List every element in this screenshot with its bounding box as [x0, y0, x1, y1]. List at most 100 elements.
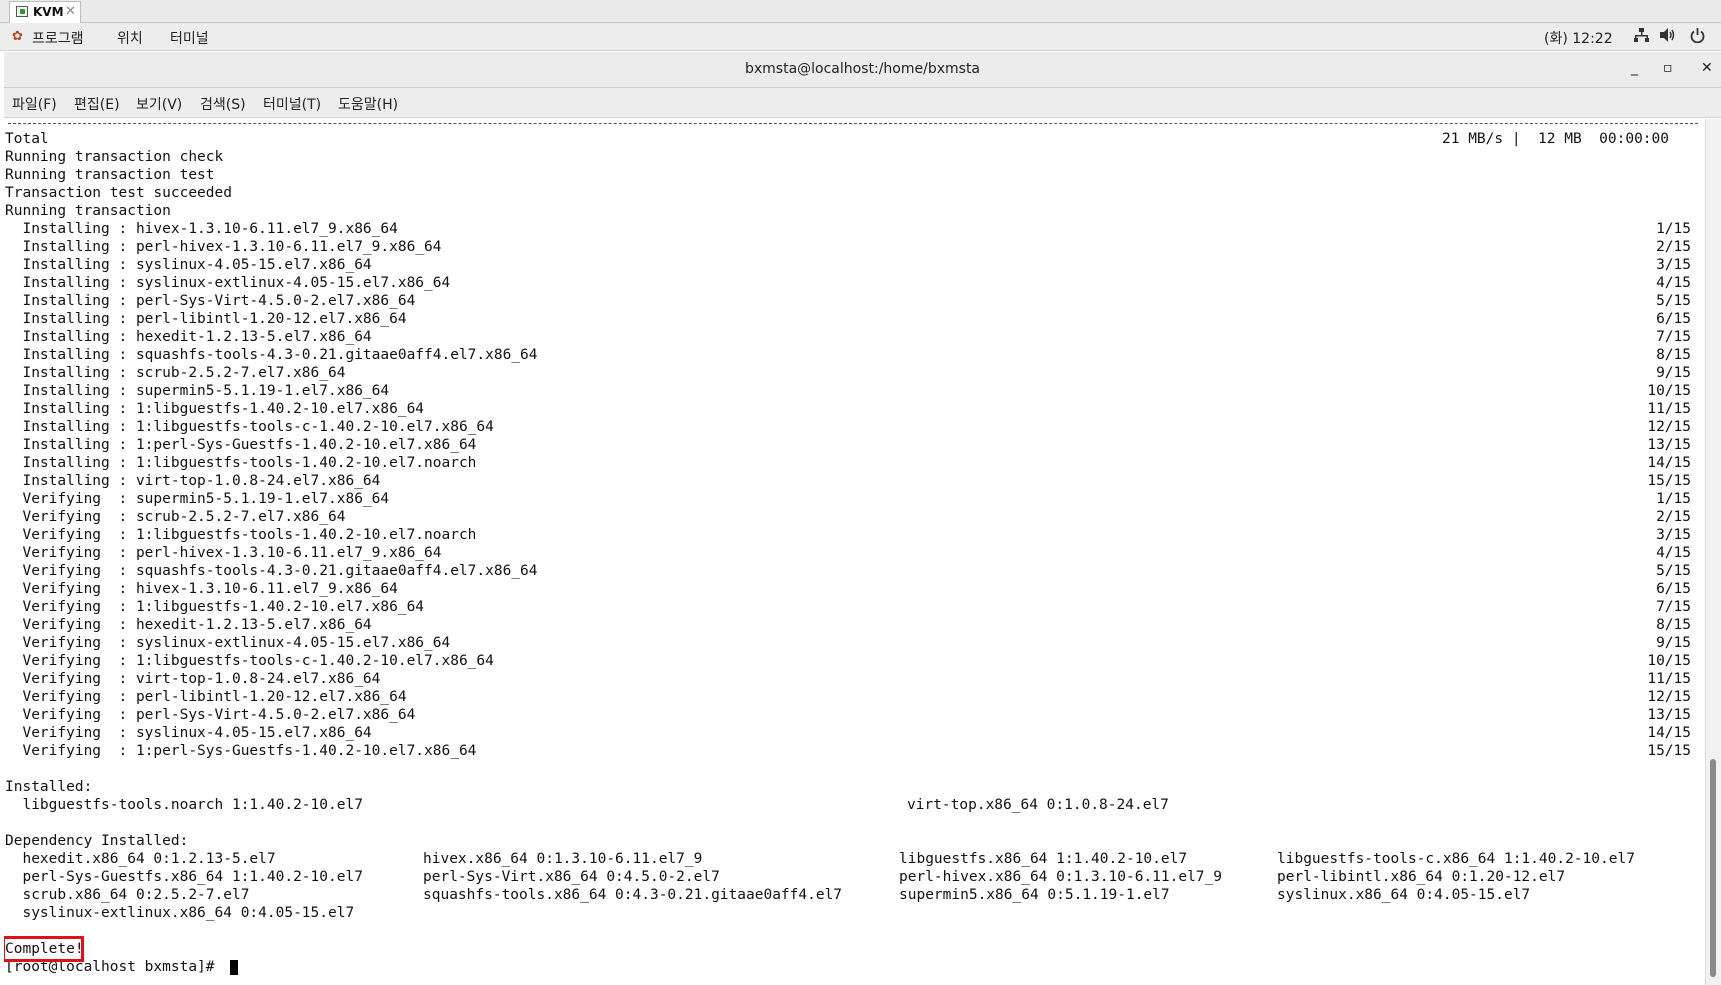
- step-count: 15/15: [1647, 473, 1691, 489]
- dependency-package: libguestfs-tools-c.x86_64 1:1.40.2-10.el…: [1277, 851, 1635, 867]
- window-title: bxmsta@localhost:/home/bxmsta: [744, 61, 981, 77]
- step-line: Verifying : 1:perl-Sys-Guestfs-1.40.2-10…: [5, 743, 477, 759]
- step-line: Installing : 1:libguestfs-tools-c-1.40.2…: [5, 419, 494, 435]
- dependency-package: scrub.x86_64 0:2.5.2-7.el7: [5, 887, 250, 903]
- complete-highlight-box: [4, 936, 84, 962]
- dependency-package: syslinux.x86_64 0:4.05-15.el7: [1277, 887, 1531, 903]
- step-count: 1/15: [1656, 221, 1691, 237]
- step-count: 13/15: [1647, 707, 1691, 723]
- dependency-package: syslinux-extlinux.x86_64 0:4.05-15.el7: [5, 905, 355, 921]
- step-line: Verifying : squashfs-tools-4.3-0.21.gita…: [5, 563, 538, 579]
- clock[interactable]: (화) 12:22: [1544, 28, 1613, 48]
- step-line: Verifying : 1:libguestfs-1.40.2-10.el7.x…: [5, 599, 425, 615]
- step-count: 4/15: [1656, 275, 1691, 291]
- step-count: 7/15: [1656, 599, 1691, 615]
- kvm-tab-strip: KVM ✕: [0, 0, 1721, 23]
- step-count: 12/15: [1647, 689, 1691, 705]
- step-count: 11/15: [1647, 401, 1691, 417]
- step-count: 3/15: [1656, 257, 1691, 273]
- step-line: Installing : syslinux-4.05-15.el7.x86_64: [5, 257, 372, 273]
- menu-view[interactable]: 보기(V): [136, 94, 182, 114]
- step-count: 8/15: [1656, 347, 1691, 363]
- step-count: 13/15: [1647, 437, 1691, 453]
- menu-terminal[interactable]: 터미널(T): [263, 94, 321, 114]
- kvm-tab[interactable]: KVM ✕: [9, 1, 81, 23]
- menu-help[interactable]: 도움말(H): [338, 94, 398, 114]
- power-icon[interactable]: [1690, 28, 1705, 47]
- scrollbar-thumb[interactable]: [1710, 759, 1716, 977]
- total-stats: 21 MB/s | 12 MB 00:00:00: [1442, 131, 1669, 147]
- step-line: Installing : perl-Sys-Virt-4.5.0-2.el7.x…: [5, 293, 416, 309]
- topbar-menu-terminal[interactable]: 터미널: [170, 28, 209, 48]
- step-line: Installing : supermin5-5.1.19-1.el7.x86_…: [5, 383, 390, 399]
- volume-icon[interactable]: [1660, 28, 1676, 46]
- step-count: 1/15: [1656, 491, 1691, 507]
- output-line: Running transaction: [5, 203, 171, 219]
- step-line: Verifying : hivex-1.3.10-6.11.el7_9.x86_…: [5, 581, 398, 597]
- step-line: Installing : virt-top-1.0.8-24.el7.x86_6…: [5, 473, 381, 489]
- terminal-cursor: [230, 960, 238, 975]
- output-line: Transaction test succeeded: [5, 185, 232, 201]
- installed-package: libguestfs-tools.noarch 1:1.40.2-10.el7: [5, 797, 363, 813]
- dependency-package: hivex.x86_64 0:1.3.10-6.11.el7_9: [423, 851, 703, 867]
- dependency-package: perl-Sys-Virt.x86_64 0:4.5.0-2.el7: [423, 869, 720, 885]
- menu-file[interactable]: 파일(F): [12, 94, 57, 114]
- step-count: 10/15: [1647, 653, 1691, 669]
- step-count: 9/15: [1656, 365, 1691, 381]
- separator-line: [8, 123, 1698, 124]
- step-count: 11/15: [1647, 671, 1691, 687]
- kvm-tab-close-icon[interactable]: ✕: [65, 4, 76, 19]
- step-count: 5/15: [1656, 293, 1691, 309]
- step-count: 14/15: [1647, 725, 1691, 741]
- kvm-tab-title: KVM: [33, 5, 64, 19]
- menu-search[interactable]: 검색(S): [200, 94, 246, 114]
- step-count: 12/15: [1647, 419, 1691, 435]
- applications-icon[interactable]: ✿: [12, 29, 23, 44]
- dependency-package: perl-Sys-Guestfs.x86_64 1:1.40.2-10.el7: [5, 869, 363, 885]
- step-line: Verifying : syslinux-4.05-15.el7.x86_64: [5, 725, 372, 741]
- step-count: 4/15: [1656, 545, 1691, 561]
- output-line: Running transaction check: [5, 149, 224, 165]
- output-line: Running transaction test: [5, 167, 215, 183]
- step-line: Verifying : hexedit-1.2.13-5.el7.x86_64: [5, 617, 372, 633]
- network-icon[interactable]: [1634, 28, 1649, 46]
- terminal-scrollbar[interactable]: [1705, 119, 1721, 985]
- kvm-app-icon: [16, 6, 28, 17]
- step-line: Verifying : 1:libguestfs-tools-c-1.40.2-…: [5, 653, 494, 669]
- step-line: Verifying : scrub-2.5.2-7.el7.x86_64: [5, 509, 346, 525]
- minimize-button[interactable]: _: [1631, 60, 1638, 76]
- step-count: 7/15: [1656, 329, 1691, 345]
- installed-heading: Installed:: [5, 779, 93, 795]
- topbar-menu-places[interactable]: 위치: [117, 28, 143, 48]
- total-line: Total: [5, 131, 49, 147]
- step-line: Verifying : virt-top-1.0.8-24.el7.x86_64: [5, 671, 381, 687]
- step-count: 6/15: [1656, 311, 1691, 327]
- window-titlebar[interactable]: bxmsta@localhost:/home/bxmsta _ ▫ ✕: [4, 52, 1721, 88]
- installed-package: virt-top.x86_64 0:1.0.8-24.el7: [907, 797, 1169, 813]
- dependency-package: supermin5.x86_64 0:5.1.19-1.el7: [899, 887, 1170, 903]
- step-line: Installing : hexedit-1.2.13-5.el7.x86_64: [5, 329, 372, 345]
- dependency-package: libguestfs.x86_64 1:1.40.2-10.el7: [899, 851, 1188, 867]
- step-count: 5/15: [1656, 563, 1691, 579]
- terminal-window: bxmsta@localhost:/home/bxmsta _ ▫ ✕ 파일(F…: [4, 52, 1721, 985]
- dependency-package: perl-hivex.x86_64 0:1.3.10-6.11.el7_9: [899, 869, 1223, 885]
- step-count: 2/15: [1656, 509, 1691, 525]
- dependency-heading: Dependency Installed:: [5, 833, 189, 849]
- desktop-top-bar: ✿ 프로그램 위치 터미널 (화) 12:22: [0, 23, 1721, 51]
- step-count: 3/15: [1656, 527, 1691, 543]
- step-line: Installing : 1:perl-Sys-Guestfs-1.40.2-1…: [5, 437, 477, 453]
- dependency-package: squashfs-tools.x86_64 0:4.3-0.21.gitaae0…: [423, 887, 843, 903]
- step-line: Installing : syslinux-extlinux-4.05-15.e…: [5, 275, 451, 291]
- step-line: Installing : 1:libguestfs-1.40.2-10.el7.…: [5, 401, 425, 417]
- topbar-menu-programs[interactable]: 프로그램: [32, 28, 84, 48]
- menu-edit[interactable]: 편집(E): [74, 94, 120, 114]
- terminal-output[interactable]: Total 21 MB/s | 12 MB 00:00:00 Running tra…: [4, 119, 1705, 985]
- step-line: Verifying : syslinux-extlinux-4.05-15.el…: [5, 635, 451, 651]
- close-button[interactable]: ✕: [1701, 60, 1713, 76]
- dependency-package: hexedit.x86_64 0:1.2.13-5.el7: [5, 851, 276, 867]
- step-count: 14/15: [1647, 455, 1691, 471]
- maximize-button[interactable]: ▫: [1663, 60, 1673, 76]
- step-line: Verifying : perl-hivex-1.3.10-6.11.el7_9…: [5, 545, 442, 561]
- step-count: 2/15: [1656, 239, 1691, 255]
- step-count: 8/15: [1656, 617, 1691, 633]
